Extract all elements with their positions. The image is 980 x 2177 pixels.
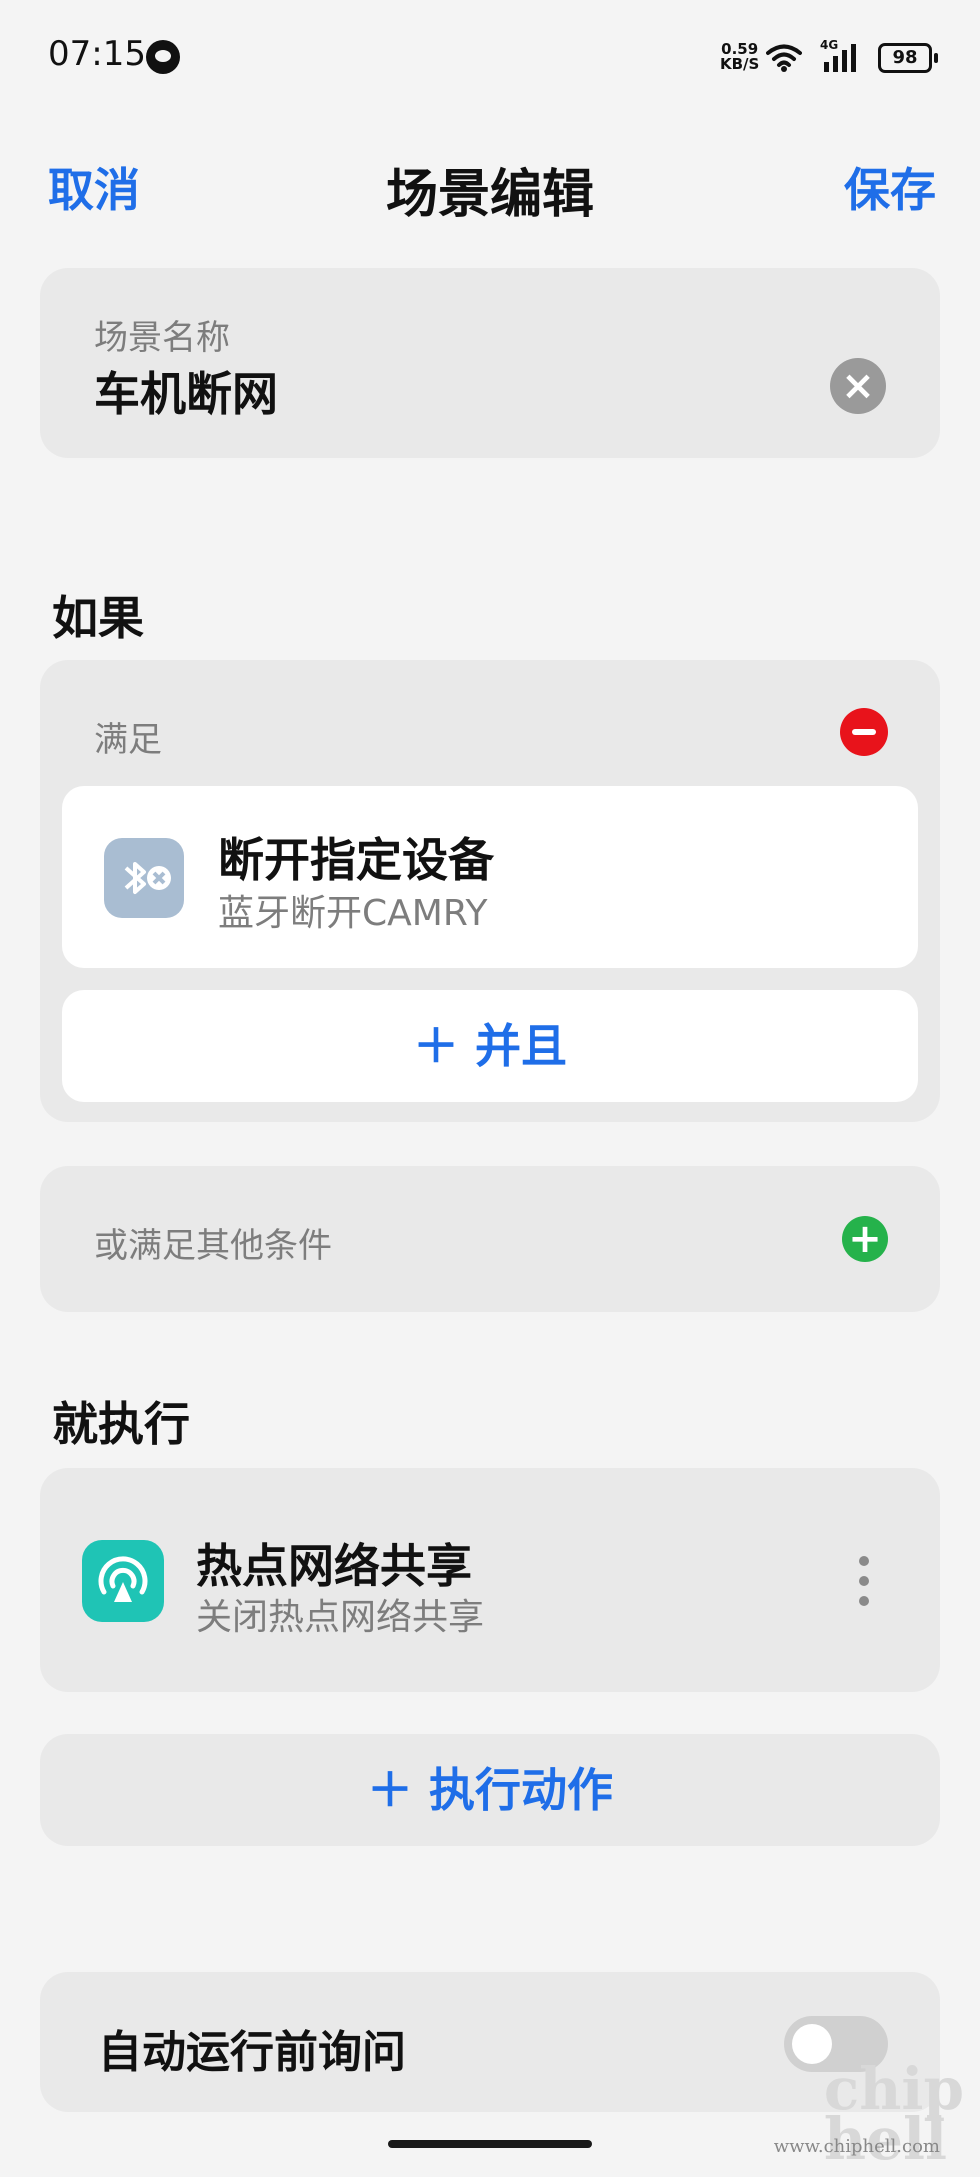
hotspot-glyph (98, 1556, 148, 1602)
add-action-button[interactable]: ＋ 执行动作 (40, 1734, 940, 1846)
bluetooth-icon (124, 862, 171, 894)
scene-name-label: 场景名称 (94, 318, 230, 358)
condition-title: 断开指定设备 (218, 833, 494, 887)
status-time: 07:15 (48, 34, 146, 74)
action-title: 热点网络共享 (196, 1539, 472, 1593)
notification-icon (146, 40, 180, 74)
scene-name-input[interactable]: 车机断网 (94, 358, 278, 424)
action-subtitle: 关闭热点网络共享 (196, 1597, 485, 1638)
add-or-condition-icon[interactable]: + (842, 1216, 888, 1262)
hotspot-icon (82, 1540, 164, 1622)
add-and-condition-button[interactable]: ＋ 并且 (62, 990, 918, 1102)
condition-subtitle: 蓝牙断开CAMRY (218, 893, 488, 934)
watermark-url: www.chiphell.com (773, 2136, 940, 2157)
status-icons: 4G 98 (766, 38, 938, 78)
remove-condition-group-icon[interactable] (840, 708, 888, 756)
net-speed: 0.59 KB/S (720, 42, 759, 72)
signal-icon (824, 44, 856, 72)
if-section-title: 如果 (52, 591, 144, 645)
clear-icon[interactable]: × (830, 358, 886, 414)
more-icon[interactable] (856, 1556, 872, 1606)
wifi-icon (766, 44, 802, 72)
save-button[interactable]: 保存 (844, 154, 936, 220)
action-item[interactable] (40, 1468, 940, 1692)
ask-before-run-label: 自动运行前询问 (98, 2027, 406, 2078)
battery-icon: 98 (878, 43, 938, 73)
home-indicator[interactable] (388, 2140, 592, 2148)
then-section-title: 就执行 (52, 1397, 190, 1451)
meet-label: 满足 (94, 720, 162, 760)
page-title: 场景编辑 (385, 165, 594, 225)
cellular-signal: 4G (820, 38, 860, 74)
or-condition-label: 或满足其他条件 (94, 1226, 332, 1266)
net-speed-unit: KB/S (720, 55, 760, 73)
bluetooth-disconnect-icon (104, 838, 184, 918)
